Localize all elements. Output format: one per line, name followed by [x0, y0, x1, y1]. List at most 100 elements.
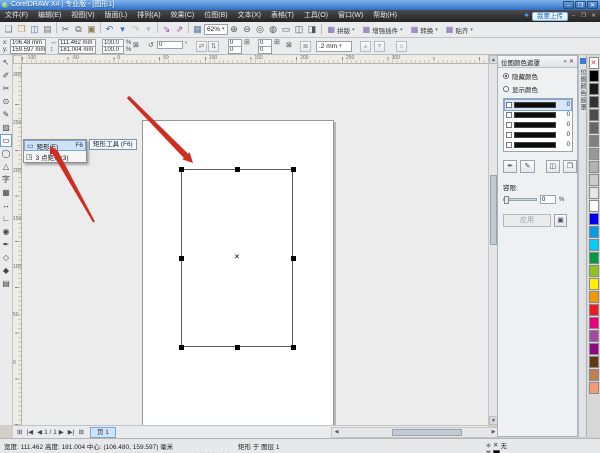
palette-swatch[interactable] — [589, 265, 599, 277]
palette-swatch[interactable] — [589, 343, 599, 355]
palette-swatch[interactable] — [589, 161, 599, 173]
blend-tool[interactable]: ◉ — [0, 225, 12, 238]
menu-item-5[interactable]: 效果(C) — [166, 10, 200, 22]
apply-aux-button[interactable]: ▣ — [554, 214, 567, 227]
copy-icon[interactable]: ⧉ — [72, 22, 85, 37]
palette-swatch[interactable] — [589, 317, 599, 329]
new-document-icon[interactable]: ❏ — [2, 22, 15, 37]
mask-row-3[interactable]: 0 — [505, 130, 571, 140]
to-back-button[interactable]: ▼ — [374, 41, 385, 52]
last-page-button[interactable]: ▶| — [66, 428, 77, 436]
palette-swatch[interactable] — [589, 213, 599, 225]
redo-icon[interactable]: ↷ — [129, 22, 142, 37]
mirror-horizontal-button[interactable]: ⇄ — [196, 41, 207, 52]
text-tool[interactable]: 字 — [0, 173, 12, 186]
wrap-text-button[interactable]: ≣ — [300, 41, 311, 52]
selection-handle[interactable] — [291, 345, 296, 350]
tolerance-field[interactable]: 0 — [540, 195, 556, 204]
fill-tool[interactable]: ◆ — [0, 264, 12, 277]
palette-swatch[interactable] — [589, 330, 599, 342]
add-page-button-2[interactable]: ⊞ — [76, 428, 85, 436]
open-icon[interactable]: ❐ — [15, 22, 28, 37]
selection-handle[interactable] — [291, 167, 296, 172]
to-front-button[interactable]: ▲ — [360, 41, 371, 52]
palette-swatch[interactable] — [589, 291, 599, 303]
plugin-button-3[interactable]: ▦贴齐▾ — [442, 25, 477, 35]
docker-collapse-icon[interactable]: « — [564, 59, 567, 65]
mask-row-4[interactable]: 0 — [505, 140, 571, 150]
plugin-button-0[interactable]: ▦拼版▾ — [324, 25, 359, 35]
show-colors-radio[interactable]: 显示颜色 — [503, 84, 577, 94]
print-icon[interactable]: ▤ — [41, 22, 54, 37]
scale-y-field[interactable]: 100.0 — [102, 46, 124, 54]
undo-icon[interactable]: ↶ — [103, 22, 116, 37]
y-position-field[interactable]: 159.597 mm — [10, 46, 46, 54]
object-center-marker[interactable]: ✕ — [234, 254, 240, 261]
zoom-tool[interactable]: ⊙ — [0, 95, 12, 108]
smart-fill-tool[interactable]: ▨ — [0, 121, 12, 134]
ellipse-tool[interactable]: ◯ — [0, 147, 12, 160]
close-button[interactable]: ✕ — [587, 1, 598, 9]
polygon-tool[interactable]: △ — [0, 160, 12, 173]
import-icon[interactable]: ⇘ — [160, 22, 173, 37]
corner-lock-icon[interactable]: ⊠ — [286, 42, 292, 50]
app-launcher-icon[interactable]: ▦ — [191, 22, 204, 37]
menu-item-8[interactable]: 表格(T) — [266, 10, 299, 22]
palette-swatch[interactable] — [589, 83, 599, 95]
redo-dropdown-icon[interactable]: ▾ — [142, 22, 155, 37]
zoom-in-icon[interactable]: ⊕ — [228, 22, 241, 37]
plugin-button-2[interactable]: ▦转换▾ — [407, 25, 442, 35]
vertical-scrollbar[interactable]: ▲ ▼ — [488, 55, 497, 425]
undo-dropdown-icon[interactable]: ▾ — [116, 22, 129, 37]
connector-tool[interactable]: ∟ — [0, 212, 12, 225]
palette-swatch[interactable] — [589, 369, 599, 381]
selection-handle[interactable] — [179, 256, 184, 261]
save-icon[interactable]: ◫ — [28, 22, 41, 37]
zoom-all-icon[interactable]: ◍ — [267, 22, 280, 37]
palette-swatch[interactable] — [589, 278, 599, 290]
corner-radius-field-2[interactable]: 0 — [228, 46, 242, 54]
palette-swatch[interactable] — [589, 356, 599, 368]
outline-width-combo[interactable]: .2 mm ▾ — [316, 41, 352, 52]
freehand-tool[interactable]: ✎ — [0, 108, 12, 121]
cut-icon[interactable]: ✂ — [59, 22, 72, 37]
next-page-button[interactable]: ▶ — [57, 428, 66, 436]
mask-row-0[interactable]: 0 — [505, 100, 571, 110]
palette-swatch[interactable] — [589, 382, 599, 394]
flyout-item-1[interactable]: ◳3 点矩形(3) — [24, 151, 86, 162]
scroll-left-icon[interactable]: ◀ — [332, 428, 341, 437]
doc-maximize-button[interactable]: ❐ — [579, 12, 588, 20]
dimension-tool[interactable]: ↔ — [0, 199, 12, 212]
palette-swatch[interactable] — [589, 252, 599, 264]
vertical-scroll-thumb[interactable] — [490, 175, 497, 245]
mask-checkbox[interactable] — [506, 122, 512, 128]
color-eyedropper-button[interactable]: ✒ — [503, 160, 517, 173]
rotation-field[interactable]: 0 — [157, 41, 183, 49]
horizontal-scroll-thumb[interactable] — [392, 429, 462, 436]
corner-radius-field-4[interactable]: 0 — [258, 46, 272, 54]
apply-button[interactable]: 应用 — [503, 214, 551, 227]
paste-icon[interactable]: ▣ — [85, 22, 98, 37]
selection-handle[interactable] — [179, 167, 184, 172]
zoom-level-combo[interactable]: 62% ▾ — [204, 24, 228, 35]
zoom-page-icon[interactable]: ▭ — [280, 22, 293, 37]
rectangle-tool[interactable]: ▭ — [0, 134, 12, 147]
zoom-out-icon[interactable]: ⊖ — [241, 22, 254, 37]
palette-swatch[interactable] — [589, 96, 599, 108]
selection-handle[interactable] — [235, 345, 240, 350]
mask-checkbox[interactable] — [506, 102, 512, 108]
menu-item-3[interactable]: 版面(L) — [100, 10, 133, 22]
zoom-selected-icon[interactable]: ◎ — [254, 22, 267, 37]
menu-item-7[interactable]: 文本(X) — [233, 10, 266, 22]
palette-swatch[interactable] — [589, 226, 599, 238]
menu-item-4[interactable]: 排列(A) — [132, 10, 165, 22]
palette-swatch[interactable] — [589, 239, 599, 251]
horizontal-scrollbar[interactable]: ◀ ▶ — [331, 427, 499, 438]
shape-tool[interactable]: ✐ — [0, 69, 12, 82]
vertical-ruler[interactable]: 300250200150100500 — [13, 64, 22, 425]
selection-handle[interactable] — [291, 256, 296, 261]
menu-item-9[interactable]: 工具(O) — [299, 10, 333, 22]
mirror-vertical-button[interactable]: ⇅ — [208, 41, 219, 52]
mask-row-1[interactable]: 0 — [505, 110, 571, 120]
palette-swatch[interactable]: ✕ — [589, 57, 599, 69]
